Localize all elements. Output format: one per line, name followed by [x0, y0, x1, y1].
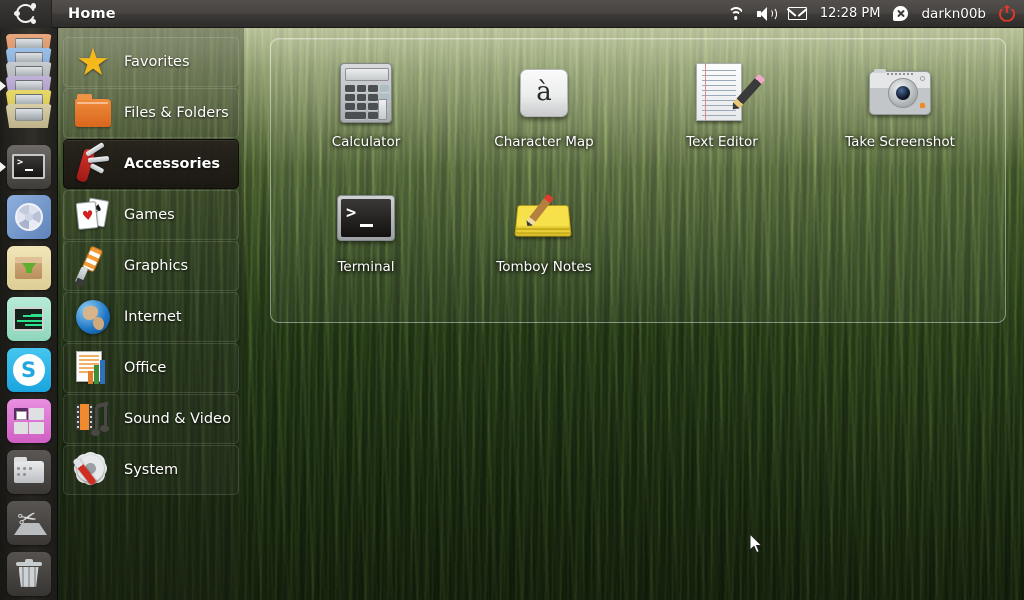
scissors-icon: [7, 501, 51, 545]
menu-item-files-and-folders[interactable]: Files & Folders: [63, 88, 239, 138]
launcher-item-terminal[interactable]: [0, 142, 58, 191]
workspace-grid-icon: [7, 399, 51, 443]
app-label: Terminal: [337, 259, 394, 275]
launcher-item-system-monitor[interactable]: [0, 293, 58, 344]
power-icon[interactable]: [999, 6, 1015, 22]
paint-tube-icon: [72, 245, 114, 287]
launcher-item-file-manager[interactable]: [0, 447, 58, 498]
terminal-icon: [334, 186, 398, 250]
calculator-icon: [334, 61, 398, 125]
app-item-take-screenshot[interactable]: Take Screenshot: [811, 51, 989, 176]
category-menu-panel: ★ Favorites Files & Folders Accessories …: [58, 28, 244, 600]
launcher-item-software-updater[interactable]: [0, 242, 58, 293]
gear-wrench-icon: [72, 449, 114, 491]
menu-item-games[interactable]: Games: [63, 190, 239, 240]
app-item-calculator[interactable]: Calculator: [277, 51, 455, 176]
skype-icon: S: [7, 348, 51, 392]
folder-icon: [72, 92, 114, 134]
ubuntu-logo-icon[interactable]: [0, 0, 52, 28]
keyboard-key-a-grave-icon: à: [512, 61, 576, 125]
launcher-item-shotwell[interactable]: [0, 191, 58, 242]
app-item-text-editor[interactable]: Text Editor: [633, 51, 811, 176]
top-panel: Home 12:28 PM darkn00b: [0, 0, 1024, 28]
menu-item-office[interactable]: Office: [63, 343, 239, 393]
menu-item-label: Internet: [124, 309, 182, 325]
app-item-terminal[interactable]: Terminal: [277, 176, 455, 301]
heartbeat-monitor-icon: [7, 297, 51, 341]
menu-item-favorites[interactable]: ★ Favorites: [63, 37, 239, 87]
speaker-icon[interactable]: [757, 7, 775, 21]
menu-item-label: Files & Folders: [124, 105, 229, 121]
app-label: Tomboy Notes: [496, 259, 591, 275]
launcher-item-window-stack[interactable]: [0, 30, 58, 142]
menu-item-label: System: [124, 462, 178, 478]
menu-item-label: Favorites: [124, 54, 190, 70]
menu-item-label: Office: [124, 360, 166, 376]
package-download-icon: [7, 246, 51, 290]
stacked-windows-icon: [4, 34, 54, 142]
menu-item-label: Graphics: [124, 258, 188, 274]
envelope-icon[interactable]: [788, 7, 807, 20]
application-grid: Calculator à Character Map Text Editor T…: [271, 39, 1005, 301]
trash-can-icon: [7, 552, 51, 596]
playing-cards-icon: [72, 194, 114, 236]
star-icon: ★: [72, 41, 114, 83]
launcher-item-gimp[interactable]: [0, 498, 58, 549]
spreadsheet-chart-icon: [72, 347, 114, 389]
folder-icon: [7, 450, 51, 494]
username-indicator[interactable]: darkn00b: [921, 6, 986, 22]
terminal-icon: [7, 145, 51, 189]
app-item-character-map[interactable]: à Character Map: [455, 51, 633, 176]
menu-item-sound-and-video[interactable]: Sound & Video: [63, 394, 239, 444]
launcher-item-workspace-switcher[interactable]: [0, 396, 58, 447]
clock-indicator[interactable]: 12:28 PM: [820, 6, 881, 21]
arrow-pointer-icon: [749, 533, 763, 554]
application-results-panel: Calculator à Character Map Text Editor T…: [270, 38, 1006, 323]
app-label: Character Map: [494, 134, 593, 150]
running-indicator-arrow: [0, 162, 6, 172]
app-label: Take Screenshot: [845, 134, 955, 150]
ubuntu-circle-of-friends-icon: [16, 4, 35, 23]
menu-item-internet[interactable]: Internet: [63, 292, 239, 342]
me-menu-icon[interactable]: [893, 6, 908, 21]
document-pencil-icon: [690, 61, 754, 125]
yellow-notepad-pencil-icon: [512, 186, 576, 250]
category-list: ★ Favorites Files & Folders Accessories …: [58, 37, 244, 496]
launcher-item-trash[interactable]: [0, 549, 58, 600]
unity-launcher: S: [0, 28, 58, 600]
app-label: Text Editor: [686, 134, 758, 150]
film-music-note-icon: [72, 398, 114, 440]
menu-item-label: Sound & Video: [124, 411, 231, 427]
menu-item-system[interactable]: System: [63, 445, 239, 495]
menu-item-accessories[interactable]: Accessories: [63, 139, 239, 189]
key-glyph: à: [520, 69, 568, 117]
indicator-area: 12:28 PM darkn00b: [728, 6, 1024, 22]
wifi-icon[interactable]: [728, 7, 744, 20]
app-label: Calculator: [332, 134, 401, 150]
camera-icon: [868, 61, 932, 125]
globe-icon: [72, 296, 114, 338]
menu-item-graphics[interactable]: Graphics: [63, 241, 239, 291]
menu-item-label: Games: [124, 207, 175, 223]
app-item-tomboy-notes[interactable]: Tomboy Notes: [455, 176, 633, 301]
shutter-icon: [7, 195, 51, 239]
page-title: Home: [68, 6, 116, 22]
menu-item-label: Accessories: [124, 156, 220, 172]
swiss-army-knife-icon: [72, 143, 114, 185]
launcher-item-skype[interactable]: S: [0, 344, 58, 395]
